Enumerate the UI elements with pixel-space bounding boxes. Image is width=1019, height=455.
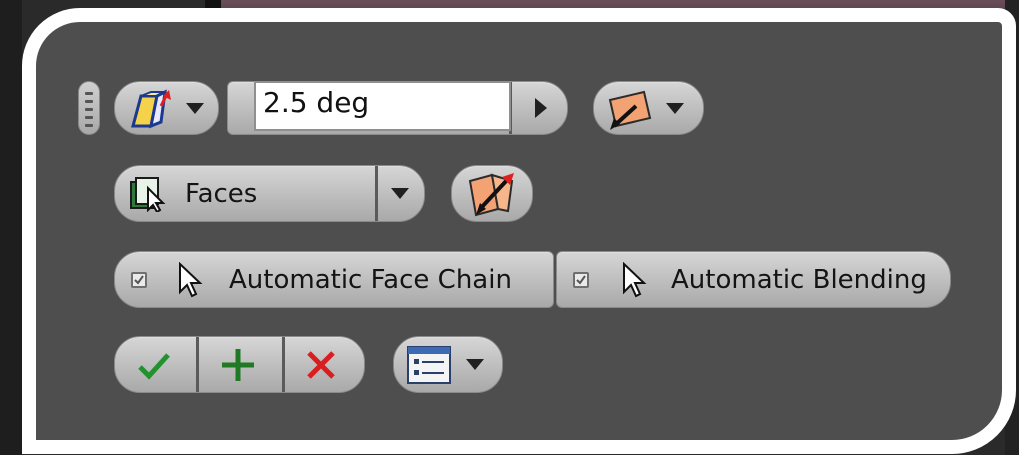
ok-button[interactable] [128,346,184,384]
separator [375,166,378,221]
auto-face-chain-toggle[interactable]: Automatic Face Chain [114,251,554,308]
close-icon [307,351,335,379]
checkmark-icon [138,353,170,380]
cursor-arrow-icon [621,261,647,302]
plus-icon [222,349,254,381]
pull-direction-dropdown[interactable] [593,81,704,135]
face-select-icon [128,176,168,216]
faces-select-dropdown[interactable]: Faces [114,165,425,222]
chevron-down-icon [391,188,409,199]
background-left [0,0,22,455]
auto-blending-label: Automatic Blending [671,265,927,295]
flip-direction-button[interactable] [451,165,533,222]
faces-label: Faces [185,179,258,209]
chevron-down-icon [186,103,204,114]
options-menu-icon [406,345,452,389]
auto-blending-checkbox[interactable] [573,272,589,288]
play-icon[interactable] [535,98,547,118]
face-draft-icon [127,88,175,134]
auto-blending-toggle[interactable]: Automatic Blending [556,251,951,308]
toolbar-drag-handle[interactable] [78,81,100,135]
draft-type-dropdown[interactable] [114,81,219,135]
chevron-down-icon [466,359,484,370]
apply-button[interactable] [203,346,273,384]
auto-face-chain-label: Automatic Face Chain [229,265,512,295]
cancel-button[interactable] [290,346,354,384]
separator [196,337,199,392]
options-dropdown[interactable] [393,336,503,393]
auto-face-chain-checkbox[interactable] [131,272,147,288]
chevron-down-icon [666,103,684,114]
flip-direction-icon [468,171,518,221]
cursor-arrow-icon [177,261,203,302]
separator [282,337,285,392]
pull-direction-icon [604,88,654,134]
angle-value-input[interactable]: 2.5 deg [254,81,511,131]
